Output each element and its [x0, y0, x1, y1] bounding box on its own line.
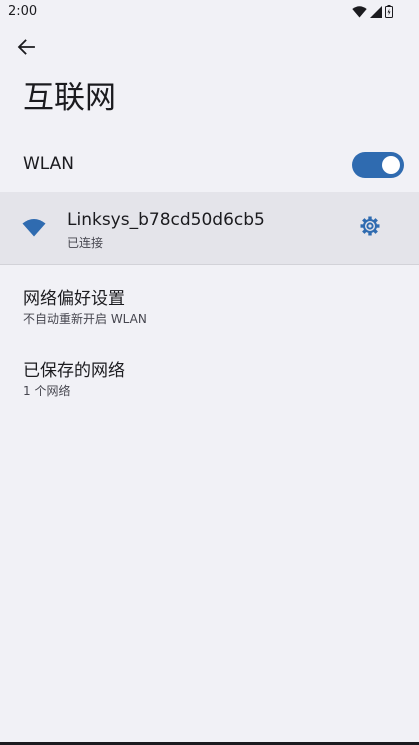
status-time: 2:00	[8, 4, 38, 19]
gear-icon	[359, 215, 381, 241]
wlan-toggle-switch[interactable]	[352, 152, 404, 178]
network-preferences-subtitle: 不自动重新开启 WLAN	[23, 312, 147, 326]
network-name: Linksys_b78cd50d6cb5	[67, 210, 265, 230]
divider	[0, 264, 419, 265]
wlan-label: WLAN	[23, 154, 75, 174]
saved-networks-subtitle: 1 个网络	[23, 384, 71, 398]
toggle-knob	[382, 156, 400, 174]
back-arrow-icon	[17, 38, 35, 60]
connected-network-row[interactable]: Linksys_b78cd50d6cb5 已连接	[0, 192, 419, 264]
wifi-status-icon	[352, 5, 367, 18]
network-settings-button[interactable]	[357, 215, 383, 241]
back-button[interactable]	[12, 35, 40, 63]
network-preferences-title: 网络偏好设置	[23, 289, 125, 309]
cellular-signal-icon	[370, 5, 382, 18]
saved-networks-item[interactable]: 已保存的网络 1 个网络	[0, 340, 419, 404]
page-title: 互联网	[23, 80, 116, 116]
wlan-toggle-row[interactable]: WLAN	[0, 140, 419, 190]
network-preferences-item[interactable]: 网络偏好设置 不自动重新开启 WLAN	[0, 268, 419, 332]
status-bar: 2:00	[0, 0, 419, 24]
network-status: 已连接	[67, 236, 104, 250]
status-icons	[352, 5, 393, 18]
battery-icon	[385, 5, 393, 18]
wifi-signal-icon	[22, 218, 46, 241]
saved-networks-title: 已保存的网络	[23, 361, 125, 381]
